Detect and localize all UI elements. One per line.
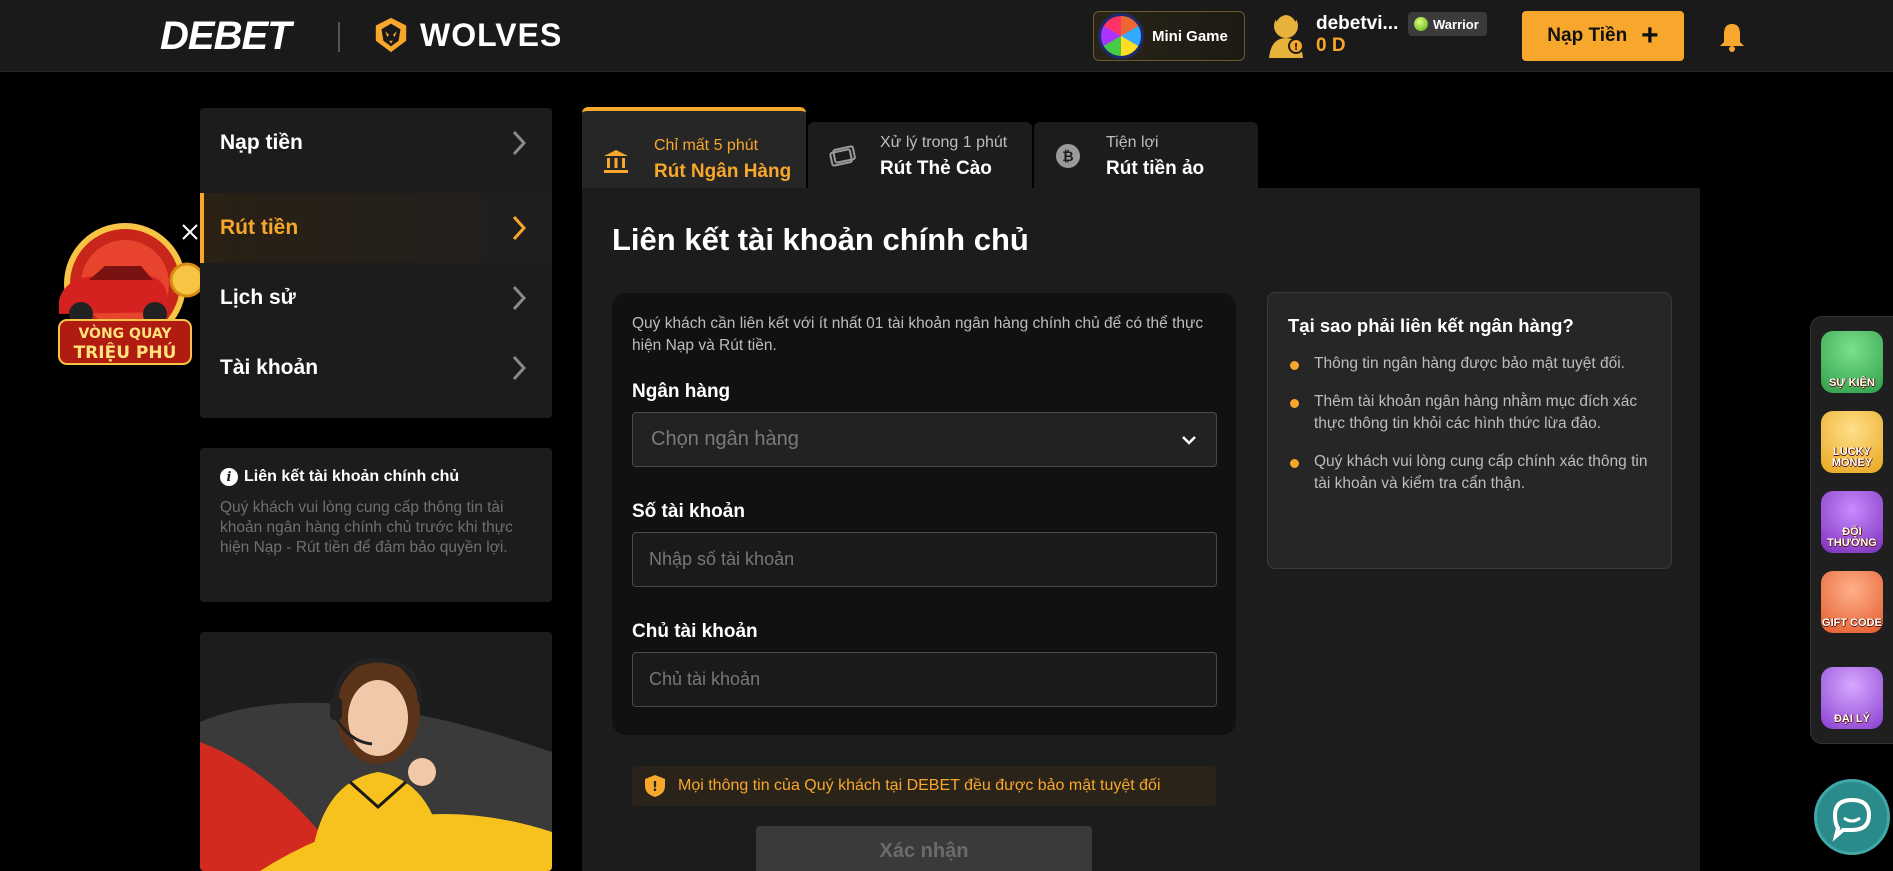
security-notice: ! Mọi thông tin của Quý khách tại DEBET … (632, 766, 1216, 806)
sidebar-item-withdraw[interactable]: Rút tiền (200, 193, 552, 263)
tab-subtitle: Chỉ mất 5 phút (654, 137, 759, 154)
tab-title: Rút Ngân Hàng (654, 161, 792, 182)
deposit-label: Nạp Tiền (1547, 25, 1628, 46)
rank-icon (1414, 17, 1428, 31)
bitcoin-icon: ₿ (1056, 144, 1080, 168)
balance: 0 D (1316, 35, 1346, 56)
main-panel: Liên kết tài khoản chính chủ Quý khách c… (582, 188, 1700, 871)
rail-item-lucky-money[interactable]: LUCKY MONEY (1821, 411, 1883, 473)
side-menu: Nạp tiền Rút tiền Lịch sử Tài khoản (200, 108, 552, 418)
confirm-button[interactable]: Xác nhận (756, 826, 1092, 871)
promo-line1: VÒNG QUAY (78, 324, 172, 342)
wolves-logo: WOLVES (372, 16, 562, 54)
tab-title: Rút tiền ảo (1106, 158, 1205, 179)
account-holder-label: Chủ tài khoản (632, 621, 758, 642)
mini-game-label: Mini Game (1152, 27, 1228, 45)
bell-icon[interactable] (1718, 22, 1746, 52)
chevron-right-icon (512, 215, 526, 241)
deposit-button[interactable]: Nạp Tiền + (1522, 11, 1684, 61)
shield-icon: ! (645, 775, 665, 797)
bank-icon (604, 150, 628, 173)
username[interactable]: debetvi... (1316, 13, 1398, 35)
page-title: Liên kết tài khoản chính chủ (612, 222, 1029, 257)
sidebar-item-deposit[interactable]: Nạp tiền (200, 108, 552, 178)
bank-select-placeholder: Chọn ngân hàng (651, 428, 799, 450)
promo-rail: SỰ KIỆN LUCKY MONEY ĐỔI THƯỞNG GIFT CODE… (1810, 316, 1893, 744)
support-illustration (200, 632, 552, 871)
wolf-icon (375, 17, 407, 53)
account-number-input[interactable] (632, 532, 1217, 587)
tab-subtitle: Tiện lợi (1106, 134, 1159, 151)
tab-card-withdraw[interactable]: Xử lý trong 1 phút Rút Thẻ Cào (808, 122, 1032, 188)
sidebar-item-label: Tài khoản (220, 356, 319, 379)
mini-game-button[interactable]: Mini Game (1093, 11, 1245, 61)
form-note: Quý khách cần liên kết với ít nhất 01 tà… (632, 315, 1204, 354)
chat-button[interactable] (1814, 779, 1890, 855)
svg-text:!: ! (652, 780, 658, 795)
chat-icon (1832, 797, 1872, 842)
cards-icon (829, 145, 856, 167)
why-link-card: Tại sao phải liên kết ngân hàng? Thông t… (1267, 292, 1672, 569)
rail-item-gift-code[interactable]: GIFT CODE (1821, 571, 1883, 633)
sidebar-item-label: Lịch sử (220, 286, 296, 309)
why-item: Thông tin ngân hàng được bảo mật tuyệt đ… (1288, 353, 1651, 375)
debet-logo[interactable]: DEBET (160, 14, 292, 59)
tab-subtitle: Xử lý trong 1 phút (880, 134, 1008, 151)
chevron-right-icon (512, 285, 526, 311)
info-icon: i (220, 468, 238, 486)
svg-text:!: ! (1294, 42, 1299, 53)
info-text: Quý khách vui lòng cung cấp thông tin tà… (220, 499, 513, 556)
logo-divider (338, 22, 340, 52)
bank-select[interactable]: Chọn ngân hàng (632, 412, 1217, 467)
bank-link-form: Quý khách cần liên kết với ít nhất 01 tà… (612, 293, 1236, 735)
promo-wheel-banner[interactable]: VÒNG QUAY TRIỆU PHÚ (45, 222, 203, 372)
chevron-right-icon (512, 355, 526, 381)
info-title-text: Liên kết tài khoản chính chủ (244, 468, 460, 485)
top-header: DEBET WOLVES Mini Game ! debetvi... 0 D … (0, 0, 1893, 72)
rank-badge: Warrior (1408, 12, 1487, 36)
why-item: Thêm tài khoản ngân hàng nhằm mục đích x… (1288, 391, 1651, 435)
info-card: i Liên kết tài khoản chính chủ Quý khách… (200, 448, 552, 602)
svg-text:₿: ₿ (1062, 149, 1073, 165)
rail-item-agent[interactable]: ĐẠI LÝ (1821, 667, 1883, 729)
plus-icon: + (1641, 19, 1659, 52)
avatar[interactable]: ! (1263, 8, 1309, 58)
rail-item-events[interactable]: SỰ KIỆN (1821, 331, 1883, 393)
rail-item-rewards[interactable]: ĐỔI THƯỞNG (1821, 491, 1883, 553)
info-title: i Liên kết tài khoản chính chủ (220, 468, 532, 486)
support-agent-image (200, 657, 552, 871)
rank-label: Warrior (1433, 16, 1479, 32)
partner-name: WOLVES (420, 16, 563, 53)
account-number-label: Số tài khoản (632, 501, 745, 522)
security-text: Mọi thông tin của Quý khách tại DEBET đề… (678, 777, 1161, 794)
why-title: Tại sao phải liên kết ngân hàng? (1288, 315, 1574, 336)
wheel-icon (1098, 13, 1144, 59)
tab-title: Rút Thẻ Cào (880, 158, 992, 179)
bank-label: Ngân hàng (632, 381, 731, 402)
why-item: Quý khách vui lòng cung cấp chính xác th… (1288, 451, 1651, 495)
chevron-right-icon (512, 130, 526, 156)
sidebar-item-label: Rút tiền (220, 216, 299, 239)
account-holder-input[interactable] (632, 652, 1217, 707)
tab-crypto-withdraw[interactable]: ₿ Tiện lợi Rút tiền ảo (1034, 122, 1258, 188)
sidebar-item-history[interactable]: Lịch sử (200, 263, 552, 333)
tab-bank-withdraw[interactable]: Chỉ mất 5 phút Rút Ngân Hàng (582, 107, 806, 188)
chevron-down-icon (1182, 436, 1196, 445)
sidebar-item-label: Nạp tiền (220, 131, 303, 154)
sidebar-item-account[interactable]: Tài khoản (200, 333, 552, 403)
promo-line2: TRIỆU PHÚ (74, 341, 177, 363)
